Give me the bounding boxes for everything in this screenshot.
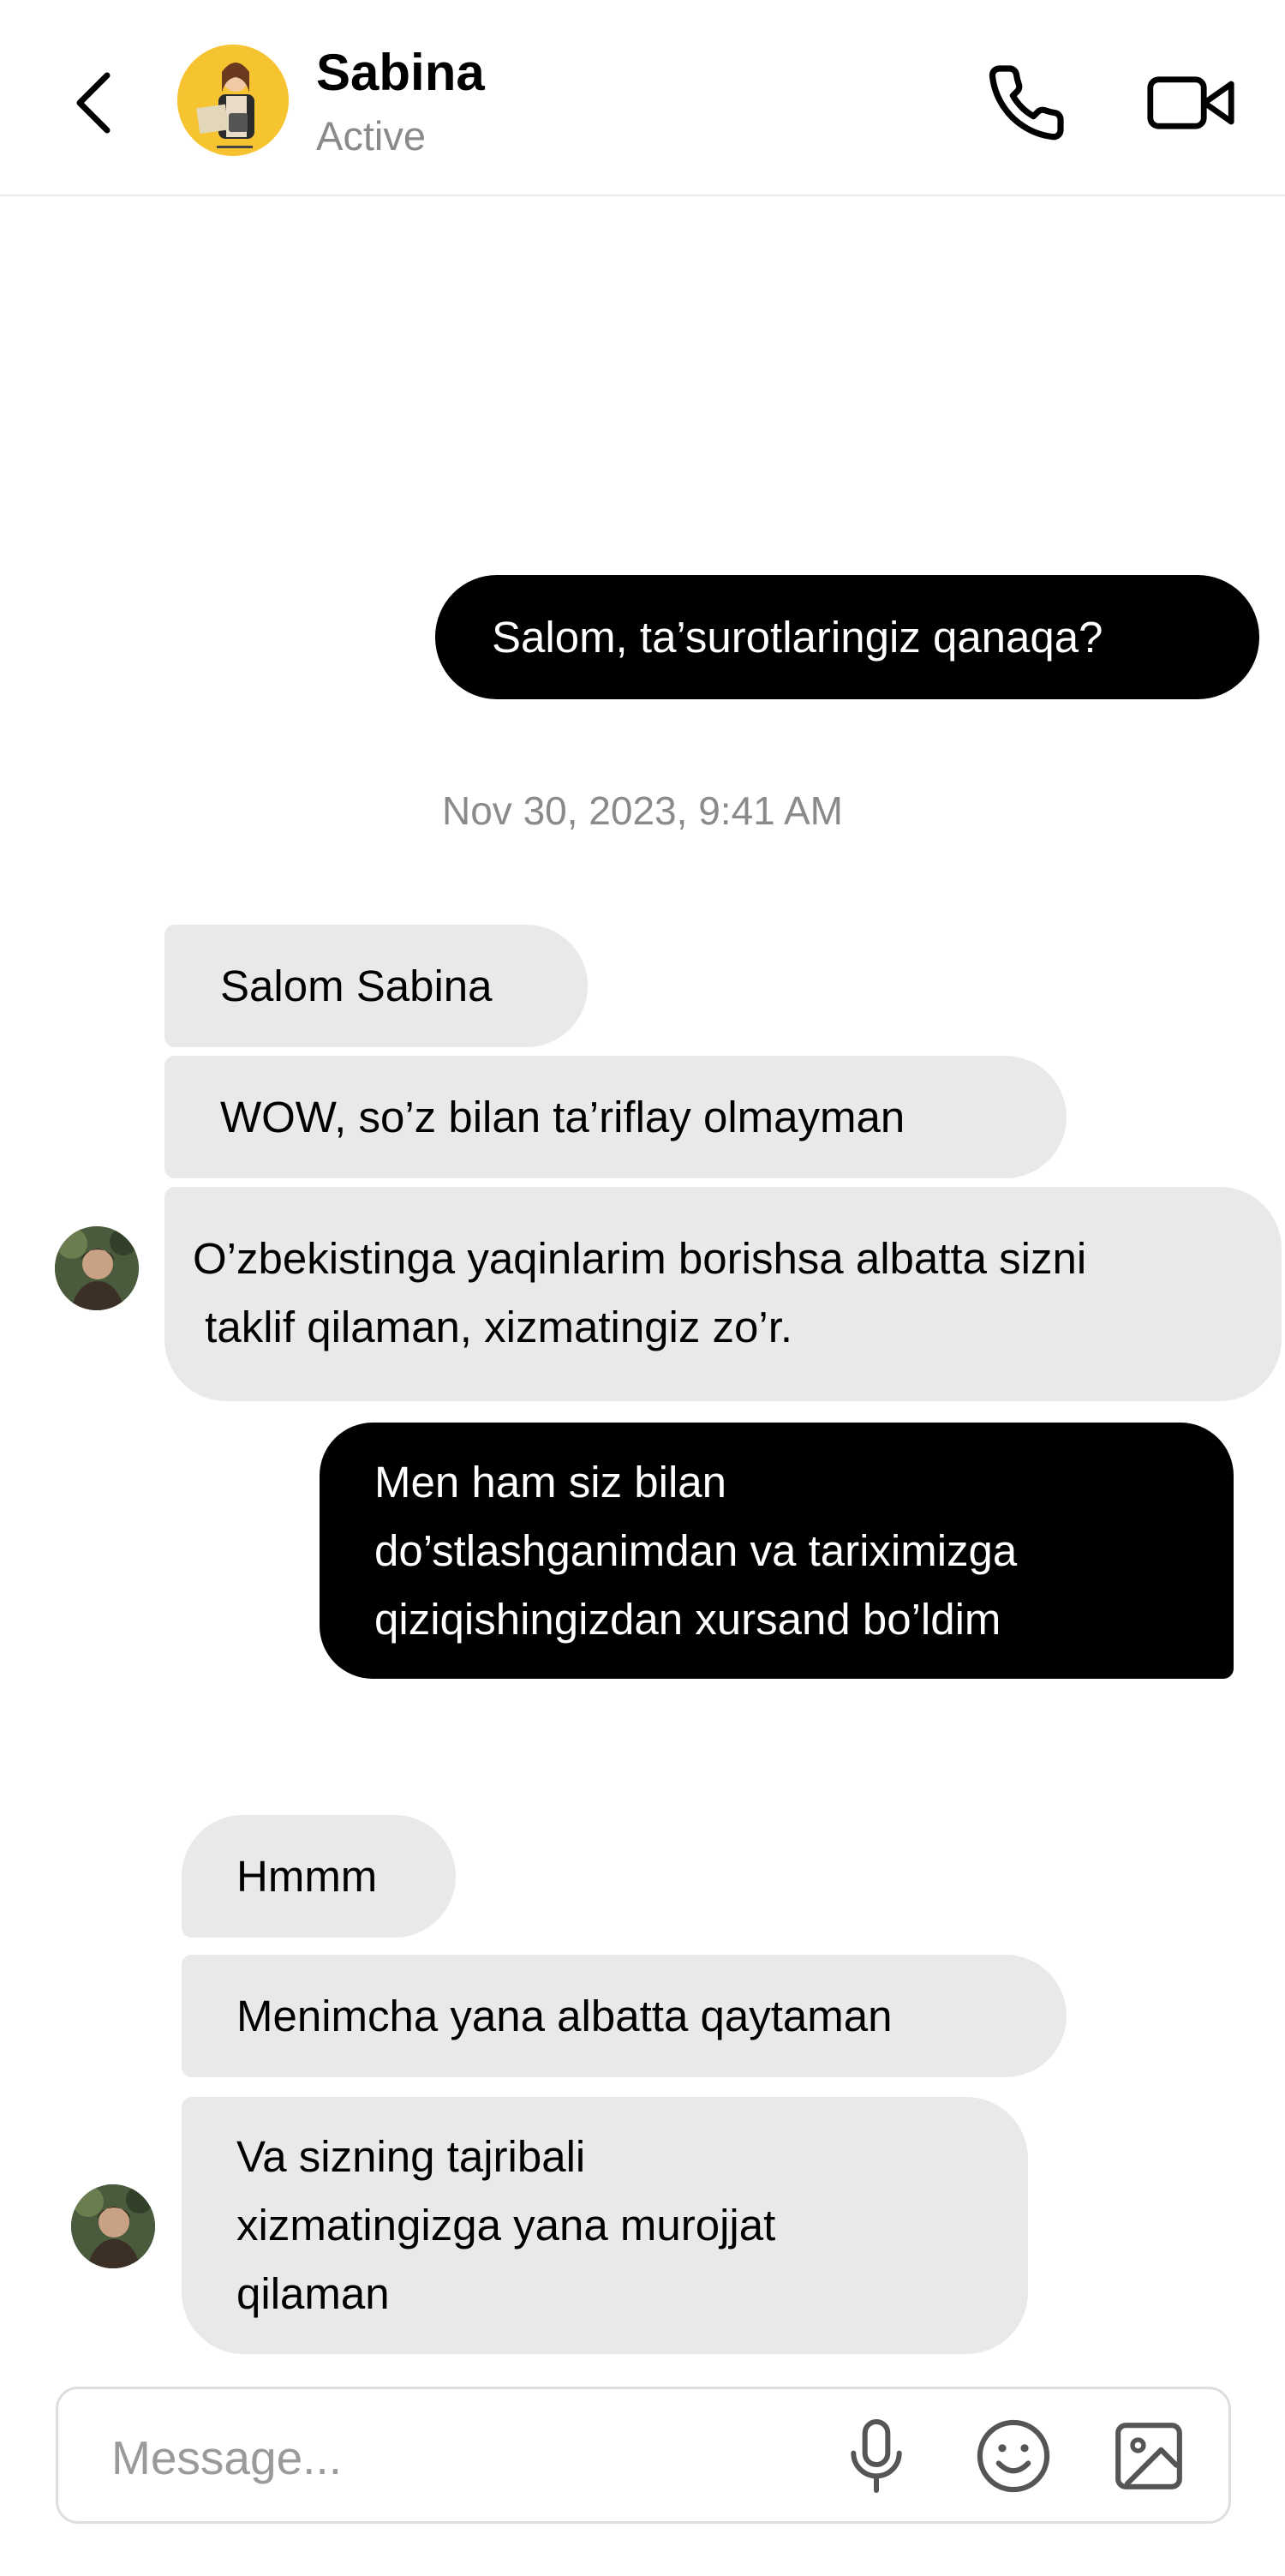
outgoing-message[interactable]: Salom, ta’surotlaringiz qanaqa? — [435, 575, 1259, 699]
voice-message-button[interactable] — [829, 2413, 923, 2499]
message-line: do’stlashganimdan va tariximizga — [374, 1526, 1018, 1575]
message-text: Salom, ta’surotlaringiz qanaqa? — [492, 612, 1103, 662]
message-text: WOW, so’z bilan ta’riflay olmayman — [220, 1092, 905, 1141]
smiley-icon — [977, 2419, 1050, 2493]
message-line: xizmatingizga yana murojjat — [236, 2201, 776, 2250]
contact-status: Active — [316, 113, 426, 159]
incoming-message[interactable]: Salom Sabina — [164, 925, 588, 1047]
microphone-icon — [851, 2419, 902, 2493]
message-line: Va sizning tajribali — [236, 2132, 586, 2181]
incoming-message[interactable]: Va sizning tajribali xizmatingizga yana … — [182, 2097, 1028, 2354]
person-illustration — [177, 45, 289, 156]
message-text: Hmmm — [236, 1851, 378, 1901]
back-button[interactable] — [60, 60, 128, 146]
voice-call-button[interactable] — [979, 60, 1073, 146]
message-line: taklif qilaman, xizmatingiz zo’r. — [193, 1303, 793, 1351]
message-composer — [56, 2387, 1231, 2524]
message-text: Menimcha yana albatta qaytaman — [236, 1991, 893, 2040]
phone-icon — [989, 65, 1064, 141]
attach-image-button[interactable] — [1102, 2413, 1196, 2499]
message-line: O’zbekistinga yaqinlarim borishsa albatt… — [193, 1234, 1087, 1283]
sender-avatar[interactable] — [55, 1226, 139, 1310]
sender-avatar[interactable] — [71, 2184, 155, 2268]
incoming-message[interactable]: O’zbekistinga yaqinlarim borishsa albatt… — [164, 1187, 1282, 1401]
message-input[interactable] — [110, 2420, 816, 2495]
outgoing-message[interactable]: Men ham siz bilan do’stlashganimdan va t… — [320, 1423, 1234, 1679]
message-line: qiziqishingizdan xursand bo’ldim — [374, 1595, 1001, 1644]
message-text: Salom Sabina — [220, 961, 493, 1010]
video-call-button[interactable] — [1139, 60, 1242, 146]
incoming-message[interactable]: Menimcha yana albatta qaytaman — [182, 1955, 1067, 2077]
contact-avatar[interactable] — [177, 45, 289, 156]
person-photo — [71, 2184, 155, 2268]
incoming-message[interactable]: Hmmm — [182, 1815, 456, 1938]
emoji-button[interactable] — [966, 2413, 1061, 2499]
contact-name[interactable]: Sabina — [316, 43, 485, 103]
video-camera-icon — [1147, 76, 1234, 129]
message-timestamp: Nov 30, 2023, 9:41 AM — [442, 788, 843, 833]
image-icon — [1115, 2423, 1182, 2489]
chat-header: Sabina Active — [0, 0, 1285, 196]
person-photo — [55, 1226, 139, 1310]
message-line: Men ham siz bilan — [374, 1458, 727, 1507]
incoming-message[interactable]: WOW, so’z bilan ta’riflay olmayman — [164, 1056, 1067, 1178]
message-line: qilaman — [236, 2269, 390, 2318]
chevron-left-icon — [76, 72, 111, 134]
